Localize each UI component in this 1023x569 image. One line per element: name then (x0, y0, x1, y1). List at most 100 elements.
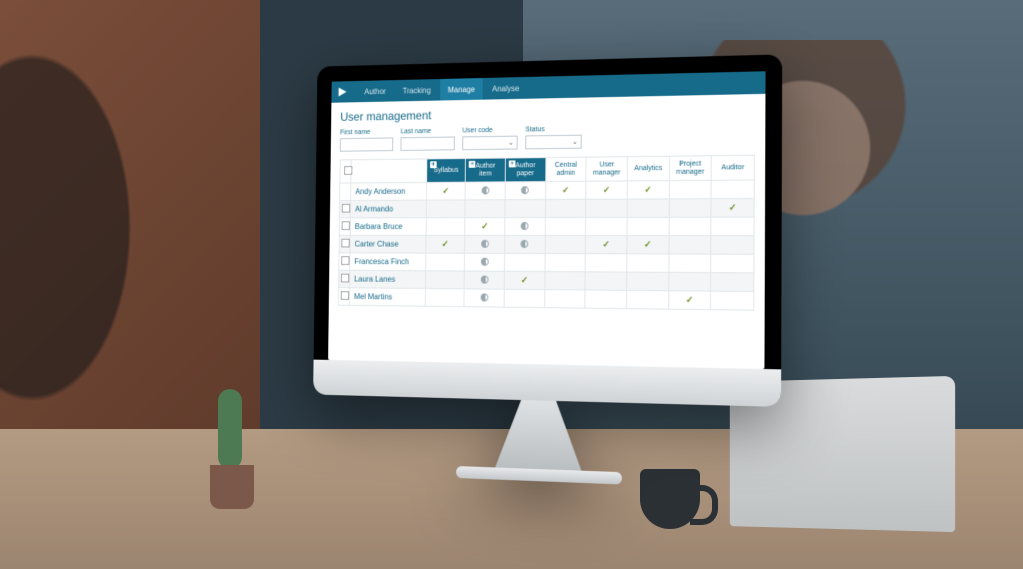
col-author-paper[interactable]: + Authorpaper (505, 158, 545, 182)
col-central-admin[interactable]: Centraladmin (545, 157, 586, 181)
role-cell[interactable] (505, 182, 545, 200)
row-select-cell[interactable] (338, 288, 350, 306)
role-cell[interactable] (627, 254, 669, 273)
role-cell[interactable] (711, 236, 754, 255)
role-cell[interactable] (465, 200, 505, 218)
role-cell[interactable] (586, 217, 627, 235)
role-cell[interactable]: ✓ (586, 236, 627, 254)
role-cell[interactable] (465, 253, 505, 271)
role-cell[interactable] (426, 200, 465, 218)
role-cell[interactable]: ✓ (711, 199, 754, 218)
status-select[interactable]: ⌄ (525, 135, 582, 150)
role-cell[interactable] (504, 253, 544, 271)
role-cell[interactable]: ✓ (627, 236, 669, 254)
role-cell[interactable]: ✓ (465, 218, 505, 236)
role-cell[interactable] (504, 289, 544, 307)
role-cell[interactable] (545, 272, 586, 290)
role-cell[interactable] (425, 253, 464, 271)
row-select-cell[interactable] (339, 253, 351, 271)
role-cell[interactable] (586, 199, 627, 217)
col-author-item[interactable]: + Authoritem (466, 158, 506, 182)
role-cell[interactable] (545, 236, 586, 254)
role-cell[interactable]: ✓ (586, 181, 627, 199)
role-cell[interactable] (669, 236, 711, 255)
role-cell[interactable] (426, 218, 465, 236)
user-name-cell[interactable]: Al Armando (351, 200, 426, 218)
row-select-cell[interactable] (340, 183, 352, 200)
role-cell[interactable]: ✓ (426, 182, 465, 200)
check-icon: ✓ (686, 294, 694, 304)
role-cell[interactable] (627, 199, 669, 217)
role-cell[interactable] (585, 254, 626, 272)
role-cell[interactable] (711, 254, 754, 273)
role-cell[interactable] (669, 199, 711, 218)
user-name-cell[interactable]: Francesca Finch (350, 253, 425, 271)
user-code-select[interactable]: ⌄ (462, 136, 517, 151)
expand-icon[interactable]: + (430, 161, 437, 168)
half-circle-icon (480, 293, 488, 301)
role-cell[interactable]: ✓ (668, 291, 710, 310)
row-checkbox[interactable] (342, 204, 350, 213)
nav-manage[interactable]: Manage (440, 78, 483, 101)
role-cell[interactable] (585, 272, 626, 291)
col-project-manager[interactable]: Projectmanager (669, 156, 711, 181)
col-user-manager[interactable]: Usermanager (586, 157, 627, 182)
role-cell[interactable]: ✓ (627, 181, 669, 200)
nav-tracking[interactable]: Tracking (395, 79, 438, 101)
nav-author[interactable]: Author (357, 80, 394, 102)
row-checkbox[interactable] (341, 239, 349, 248)
nav-analyse[interactable]: Analyse (484, 77, 527, 100)
role-cell[interactable] (464, 289, 504, 307)
first-name-input[interactable] (340, 137, 393, 151)
user-name-cell[interactable]: Mel Martins (350, 288, 425, 306)
role-cell[interactable] (669, 254, 711, 273)
role-cell[interactable]: ✓ (545, 181, 586, 199)
row-checkbox[interactable] (341, 274, 349, 283)
role-cell[interactable]: ✓ (426, 235, 465, 253)
expand-icon[interactable]: + (469, 161, 476, 168)
role-cell[interactable]: ✓ (504, 271, 544, 289)
role-cell[interactable] (711, 291, 754, 310)
role-cell[interactable] (711, 180, 754, 199)
expand-icon[interactable]: + (509, 160, 516, 167)
role-cell[interactable] (464, 271, 504, 289)
role-cell[interactable] (711, 217, 754, 236)
filter-bar: First name Last name User code ⌄ Status (331, 123, 766, 160)
table-row: Al Armando ✓ (339, 199, 754, 218)
role-cell[interactable] (425, 288, 464, 306)
user-name-cell[interactable]: Carter Chase (350, 235, 425, 253)
col-auditor[interactable]: Auditor (711, 155, 754, 180)
role-cell[interactable] (627, 272, 669, 291)
role-cell[interactable] (505, 200, 545, 218)
row-checkbox[interactable] (341, 256, 349, 265)
role-cell[interactable] (545, 217, 586, 235)
role-cell[interactable] (627, 290, 669, 309)
role-cell[interactable] (545, 199, 586, 217)
role-cell[interactable] (505, 235, 545, 253)
role-cell[interactable] (585, 290, 626, 309)
role-cell[interactable] (711, 273, 754, 292)
row-select-cell[interactable] (339, 218, 351, 235)
role-cell[interactable] (668, 272, 710, 291)
role-cell[interactable] (425, 271, 464, 289)
role-cell[interactable] (627, 217, 669, 235)
row-checkbox[interactable] (342, 221, 350, 230)
last-name-input[interactable] (400, 137, 454, 151)
role-cell[interactable] (465, 235, 505, 253)
select-all-header[interactable] (340, 160, 352, 183)
role-cell[interactable] (545, 254, 586, 272)
role-cell[interactable] (544, 290, 585, 309)
role-cell[interactable] (669, 180, 711, 199)
user-name-cell[interactable]: Andy Anderson (351, 182, 426, 200)
row-select-cell[interactable] (339, 235, 351, 252)
col-analytics[interactable]: Analytics (627, 156, 669, 181)
role-cell[interactable] (465, 182, 505, 200)
row-select-cell[interactable] (339, 270, 351, 288)
col-syllabus[interactable]: + Syllabus (426, 158, 465, 182)
role-cell[interactable] (669, 217, 711, 235)
user-name-cell[interactable]: Barbara Bruce (351, 218, 426, 236)
row-checkbox[interactable] (341, 291, 349, 300)
user-name-cell[interactable]: Laura Lanes (350, 270, 425, 288)
role-cell[interactable] (505, 218, 545, 236)
row-select-cell[interactable] (339, 200, 351, 217)
